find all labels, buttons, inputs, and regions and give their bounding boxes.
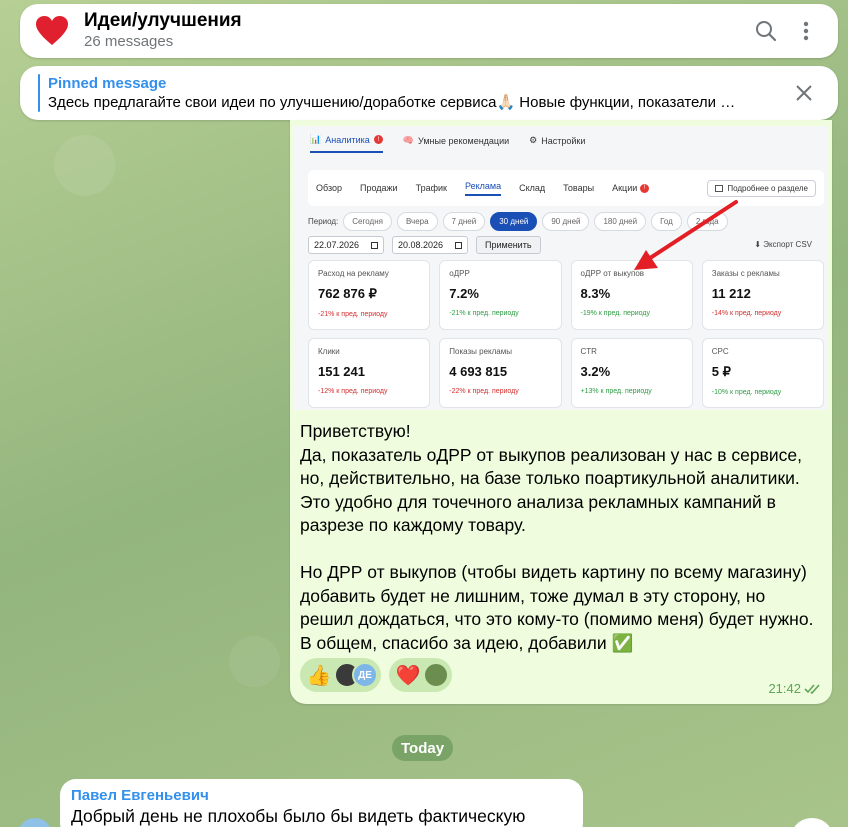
avatar[interactable] [18, 818, 52, 827]
avatar-initials: ДЕ [352, 662, 378, 688]
pinned-text: Здесь предлагайте свои идеи по улучшению… [48, 93, 736, 111]
message-count: 26 messages [84, 33, 174, 50]
reaction-thumbs-up[interactable]: 👍 ДЕ [300, 658, 381, 692]
incoming-text: Добрый день не плохобы было бы видеть фа… [71, 806, 526, 826]
more-vertical-icon[interactable] [786, 11, 826, 51]
pinned-indicator [38, 74, 40, 112]
reactions: 👍 ДЕ ❤️ [300, 658, 452, 692]
attached-screenshot[interactable]: 📊 Аналитика ! 🧠 Умные рекомендации ⚙ Нас… [294, 126, 828, 410]
message-time: 21:42 [768, 681, 822, 696]
pinned-message[interactable]: Pinned message Здесь предлагайте свои ид… [20, 66, 838, 120]
pinned-title: Pinned message [48, 74, 167, 92]
red-arrow-annotation [634, 200, 738, 270]
chat-title: Идеи/улучшения [84, 10, 242, 31]
scroll-down-button[interactable] [790, 818, 834, 827]
heart-icon: ❤️ [395, 664, 421, 687]
avatar [423, 662, 449, 688]
heart-icon [32, 11, 72, 51]
double-check-icon [804, 683, 820, 694]
reaction-heart[interactable]: ❤️ [389, 658, 452, 692]
outgoing-message[interactable]: 📊 Аналитика ! 🧠 Умные рекомендации ⚙ Нас… [290, 120, 832, 704]
date-divider: Today [392, 735, 454, 761]
chat-header[interactable]: Идеи/улучшения 26 messages [20, 4, 838, 58]
message-text: Приветствую! Да, показатель оДРР от выку… [300, 421, 814, 653]
sender-name[interactable]: Павел Евгеньевич [71, 786, 572, 805]
search-icon[interactable] [746, 11, 786, 51]
incoming-message[interactable]: Павел Евгеньевич Добрый день не плохобы … [60, 779, 583, 827]
close-icon[interactable] [784, 73, 824, 113]
thumbs-up-icon: 👍 [306, 664, 332, 687]
message-time-value: 21:42 [768, 681, 801, 696]
